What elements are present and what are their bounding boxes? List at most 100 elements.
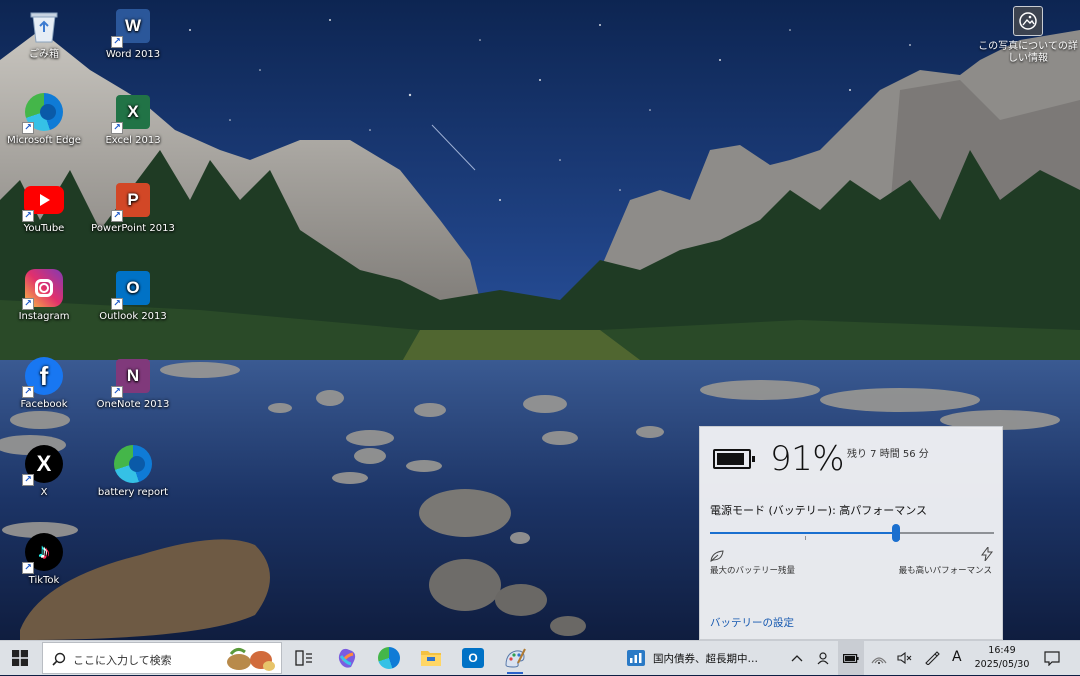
- news-headline: 国内債券、超長期中…: [653, 652, 758, 665]
- taskbar-outlook[interactable]: O: [456, 641, 490, 675]
- taskbar-news-widget[interactable]: 国内債券、超長期中…: [627, 641, 775, 675]
- copilot-icon: [338, 648, 356, 668]
- shortcut-arrow-icon: ↗: [22, 210, 34, 222]
- shortcut-arrow-icon: ↗: [22, 474, 34, 486]
- edge-icon: [113, 444, 153, 484]
- best-performance-label: 最も高いパフォーマンス: [898, 566, 992, 576]
- recycle-bin-icon: [24, 6, 64, 46]
- taskbar-edge[interactable]: [372, 641, 406, 675]
- excel-icon: X ↗: [111, 92, 153, 134]
- battery-flyout: 91% 残り 7 時間 56 分 電源モード (バッテリー): 高パフォーマンス…: [699, 426, 1003, 640]
- meet-icon: [817, 652, 829, 665]
- taskbar-clock[interactable]: 16:49 2025/05/30: [967, 644, 1037, 672]
- task-view-icon: [295, 650, 312, 666]
- volume-muted-icon: [897, 652, 912, 664]
- desktop-icon-battery-report[interactable]: battery report: [91, 444, 175, 499]
- battery-percent: 91%: [770, 439, 845, 479]
- photo-info-label-line1: この写真についての詳: [978, 41, 1078, 52]
- tray-network-button[interactable]: [868, 641, 890, 675]
- onenote-icon: N ↗: [111, 356, 153, 398]
- desktop-icon-label: YouTube: [23, 223, 65, 234]
- battery-settings-link[interactable]: バッテリーの設定: [710, 615, 794, 630]
- desktop-icon-instagram[interactable]: ↗ Instagram: [2, 268, 86, 323]
- search-icon: [52, 651, 66, 670]
- desktop-icon-recycle-bin[interactable]: ごみ箱: [2, 6, 86, 61]
- desktop-icon-label: Word 2013: [105, 49, 161, 60]
- desktop-icon-outlook[interactable]: O ↗ Outlook 2013: [91, 268, 175, 323]
- desktop-icon-label: battery report: [97, 487, 169, 498]
- desktop-icon-microsoft-edge[interactable]: ↗ Microsoft Edge: [2, 92, 86, 147]
- facebook-icon: f ↗: [22, 356, 64, 398]
- tray-volume-button[interactable]: [894, 641, 916, 675]
- start-button[interactable]: [0, 641, 40, 675]
- desktop-icon-facebook[interactable]: f ↗ Facebook: [2, 356, 86, 411]
- edge-icon: ↗: [22, 92, 64, 134]
- desktop-icon-tiktok[interactable]: ♪ ↗ TikTok: [2, 532, 86, 587]
- outlook-icon: O ↗: [111, 268, 153, 310]
- shortcut-arrow-icon: ↗: [111, 210, 123, 222]
- desktop-icon-label: ごみ箱: [29, 49, 59, 60]
- clock-time: 16:49: [988, 645, 1016, 656]
- desktop-icon-x[interactable]: X ↗ X: [2, 444, 86, 499]
- camera-info-icon: [1013, 6, 1043, 36]
- clock-date: 2025/05/30: [974, 659, 1030, 670]
- word-icon: W ↗: [111, 6, 153, 48]
- folder-icon: [421, 651, 441, 666]
- desktop-icon-label: Facebook: [20, 399, 68, 410]
- active-app-indicator: [507, 672, 523, 674]
- desktop-icon-powerpoint[interactable]: P ↗ PowerPoint 2013: [91, 180, 175, 235]
- notification-center-button[interactable]: [1040, 641, 1064, 675]
- pen-icon: [925, 651, 940, 665]
- best-battery-label: 最大のバッテリー残量: [710, 566, 796, 576]
- desktop-icon-youtube[interactable]: ↗ YouTube: [2, 180, 86, 235]
- shortcut-arrow-icon: ↗: [22, 386, 34, 398]
- taskbar-copilot[interactable]: [330, 641, 364, 675]
- desktop-icon-excel[interactable]: X ↗ Excel 2013: [91, 92, 175, 147]
- shortcut-arrow-icon: ↗: [22, 298, 34, 310]
- powerpoint-icon: P ↗: [111, 180, 153, 222]
- battery-remaining-time: 残り 7 時間 56 分: [847, 449, 929, 460]
- outlook-icon: O: [462, 648, 484, 668]
- shortcut-arrow-icon: ↗: [111, 122, 123, 134]
- shortcut-arrow-icon: ↗: [22, 122, 34, 134]
- lightning-bolt-icon: [981, 545, 994, 562]
- ime-mode-indicator[interactable]: A: [952, 649, 962, 665]
- task-view-button[interactable]: [288, 641, 320, 675]
- power-mode-slider[interactable]: [710, 524, 994, 544]
- desktop-icon-word[interactable]: W ↗ Word 2013: [91, 6, 175, 61]
- shortcut-arrow-icon: ↗: [111, 298, 123, 310]
- edge-icon: [378, 647, 400, 669]
- shortcut-arrow-icon: ↗: [111, 386, 123, 398]
- x-icon: X ↗: [22, 444, 64, 486]
- taskbar-paint[interactable]: [498, 641, 532, 675]
- search-placeholder: ここに入力して検索: [73, 654, 172, 667]
- tray-battery-button[interactable]: [838, 641, 864, 675]
- power-mode-label: 電源モード (バッテリー): 高パフォーマンス: [710, 504, 928, 517]
- taskbar-search-box[interactable]: ここに入力して検索: [42, 642, 282, 674]
- search-highlight-icon: [223, 644, 277, 676]
- desktop-icon-label: Excel 2013: [105, 135, 161, 146]
- taskbar-file-explorer[interactable]: [414, 641, 448, 675]
- desktop-icon-label: TikTok: [28, 575, 60, 586]
- tray-pen-button[interactable]: [920, 641, 944, 675]
- desktop-icon-label: PowerPoint 2013: [91, 223, 175, 234]
- desktop-icon-label: OneNote 2013: [96, 399, 170, 410]
- desktop-icon-label: Instagram: [18, 311, 70, 322]
- windows-logo-icon: [12, 650, 28, 666]
- photo-info-label-line2: しい情報: [1008, 53, 1048, 64]
- show-hidden-icons-button[interactable]: [786, 641, 808, 675]
- tray-meet-button[interactable]: [812, 641, 834, 675]
- tiktok-icon: ♪ ↗: [22, 532, 64, 574]
- battery-tray-icon: [843, 653, 859, 663]
- desktop-icon-label: X: [40, 487, 48, 498]
- news-chart-icon: [627, 650, 645, 666]
- shortcut-arrow-icon: ↗: [111, 36, 123, 48]
- taskbar: ここに入力して検索 O 国内債券、超長期中… A 16:49 2025/05/3…: [0, 640, 1080, 675]
- wifi-icon: [871, 657, 887, 664]
- photo-info-button[interactable]: この写真についての詳 しい情報: [978, 6, 1078, 65]
- desktop-icon-onenote[interactable]: N ↗ OneNote 2013: [91, 356, 175, 411]
- leaf-icon: [710, 547, 724, 562]
- slider-track-fill: [710, 532, 892, 534]
- slider-thumb[interactable]: [892, 524, 900, 542]
- instagram-icon: ↗: [22, 268, 64, 310]
